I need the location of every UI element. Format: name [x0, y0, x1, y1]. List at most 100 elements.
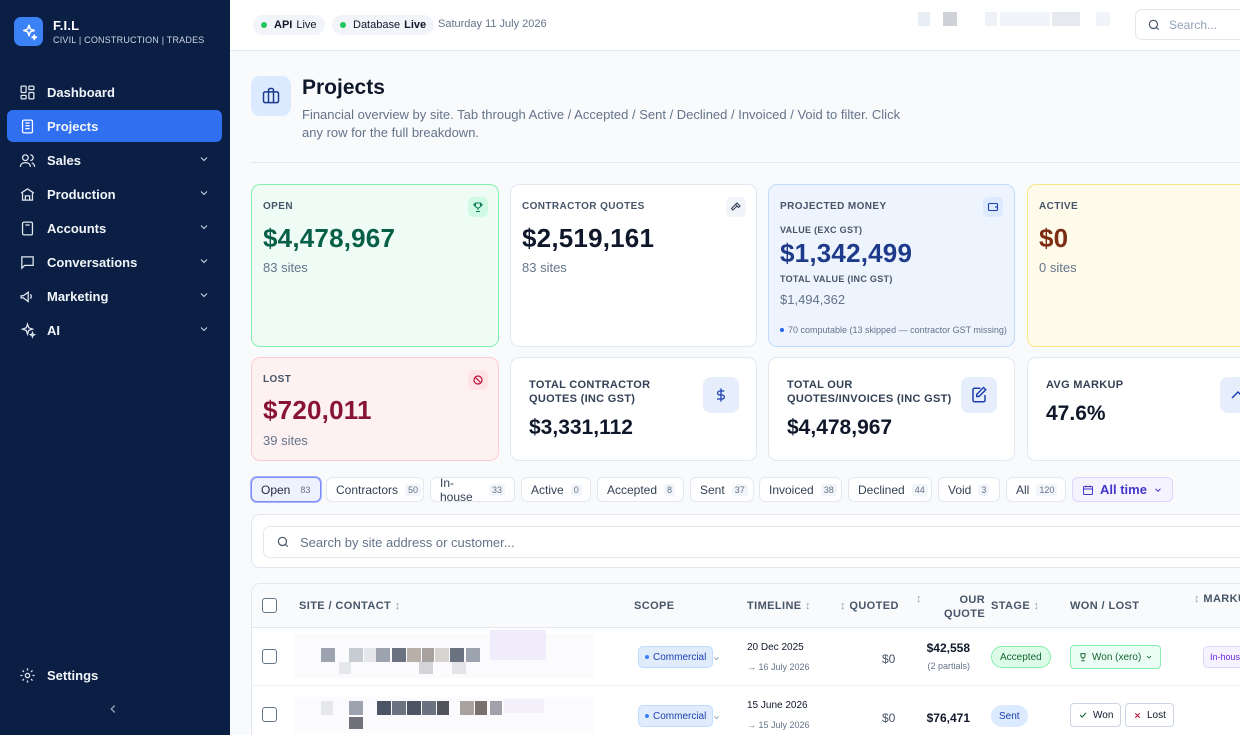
col-site-contact[interactable]: SITE / CONTACT ↕	[299, 600, 401, 612]
quoted-value: $0	[882, 711, 896, 725]
brand[interactable]: F.I.L CIVIL | CONSTRUCTION | TRADES	[14, 17, 205, 46]
projected-value: $1,342,499	[780, 238, 913, 268]
table-row[interactable]: Commercial 20 Dec 2025 → 16 July 2026 $0…	[252, 628, 1240, 686]
col-won-lost[interactable]: WON / LOST	[1070, 600, 1139, 612]
sidebar-item-label: Accounts	[47, 220, 107, 236]
sidebar-item-label: Settings	[47, 667, 99, 683]
sidebar-item-marketing[interactable]: Marketing	[7, 280, 222, 312]
stage-badge[interactable]: Accepted	[991, 646, 1051, 668]
col-timeline[interactable]: TIMELINE ↕	[747, 600, 811, 612]
chevron-down-icon[interactable]	[198, 221, 210, 236]
chevron-down-icon[interactable]	[198, 153, 210, 168]
mark-lost-button[interactable]: Lost	[1125, 703, 1174, 727]
tab-invoiced[interactable]: Invoiced 38	[759, 477, 842, 502]
sidebar-item-sales[interactable]: Sales	[7, 144, 222, 176]
tab-open[interactable]: Open 83	[251, 477, 321, 502]
avg-markup-value: 47.6%	[1046, 402, 1106, 425]
time-filter-dropdown[interactable]: All time	[1072, 477, 1173, 502]
col-scope[interactable]: SCOPE	[634, 600, 675, 612]
markup-badge[interactable]: In-hous	[1203, 646, 1240, 668]
chevron-down-icon[interactable]	[198, 289, 210, 304]
chevron-down-icon[interactable]	[198, 187, 210, 202]
sidebar-item-projects[interactable]: Projects	[7, 110, 222, 142]
col-markup[interactable]: ↕ MARKU	[1194, 593, 1240, 605]
gear-icon	[18, 666, 36, 684]
sidebar-item-dashboard[interactable]: Dashboard	[7, 76, 222, 108]
redacted-content	[1052, 12, 1080, 26]
open-value: $4,478,967	[263, 223, 396, 253]
trend-up-icon	[1220, 377, 1240, 413]
collapse-sidebar-button[interactable]	[106, 702, 120, 721]
col-stage[interactable]: STAGE ↕	[991, 600, 1039, 612]
scope-badge[interactable]: Commercial	[638, 646, 714, 668]
scope-badge[interactable]: Commercial	[638, 705, 714, 727]
total-contractor-quotes-card[interactable]: TOTAL CONTRACTOR QUOTES (INC GST) $3,331…	[510, 357, 757, 461]
sidebar-item-settings[interactable]: Settings	[7, 659, 222, 691]
won-status-dropdown[interactable]: Won (xero)	[1070, 645, 1162, 669]
redacted-content	[918, 12, 930, 26]
status-dot-icon	[261, 22, 267, 28]
chevron-down-icon[interactable]	[712, 709, 721, 727]
sidebar-item-label: Projects	[47, 118, 99, 134]
col-quoted[interactable]: ↕ QUOTED	[840, 600, 899, 612]
sidebar-item-label: Sales	[47, 152, 81, 168]
avg-markup-card[interactable]: AVG MARKUP 47.6%	[1027, 357, 1240, 461]
chevron-down-icon[interactable]	[198, 323, 210, 338]
lost-value: $720,011	[263, 395, 372, 425]
chevron-down-icon[interactable]	[712, 650, 721, 668]
brand-subtitle: CIVIL | CONSTRUCTION | TRADES	[53, 35, 205, 45]
tab-active[interactable]: Active 0	[521, 477, 591, 502]
projects-table: SITE / CONTACT ↕ SCOPE TIMELINE ↕ ↕ QUOT…	[251, 583, 1240, 735]
sparkles-icon	[18, 321, 36, 339]
tab-void[interactable]: Void 3	[938, 477, 1000, 502]
projected-money-card[interactable]: PROJECTED MONEY VALUE (EXC GST) $1,342,4…	[768, 184, 1015, 347]
trophy-icon	[1080, 653, 1086, 662]
chat-icon	[18, 253, 36, 271]
col-our-quote[interactable]: ↕	[916, 593, 922, 605]
global-search-input[interactable]: Search...	[1135, 9, 1240, 40]
our-quote-note: (2 partials)	[927, 661, 970, 671]
projects-icon	[18, 117, 36, 135]
tab-sent[interactable]: Sent 37	[690, 477, 754, 502]
dollar-icon	[703, 377, 739, 413]
contractor-quotes-card[interactable]: CONTRACTOR QUOTES $2,519,161 83 sites	[510, 184, 757, 347]
lost-card[interactable]: LOST $720,011 39 sites	[251, 357, 499, 461]
sidebar-item-conversations[interactable]: Conversations	[7, 246, 222, 278]
tab-contractors[interactable]: Contractors 50	[326, 477, 424, 502]
megaphone-icon	[18, 287, 36, 305]
chevron-down-icon[interactable]	[198, 255, 210, 270]
tab-accepted[interactable]: Accepted 8	[597, 477, 684, 502]
sidebar-item-production[interactable]: Production	[7, 178, 222, 210]
contractor-value: $2,519,161	[522, 223, 655, 253]
tab-declined[interactable]: Declined 44	[848, 477, 932, 502]
sidebar-item-accounts[interactable]: Accounts	[7, 212, 222, 244]
check-icon	[1079, 712, 1087, 718]
sidebar-item-ai[interactable]: AI	[7, 314, 222, 346]
page-description: Financial overview by site. Tab through …	[302, 107, 901, 140]
table-row[interactable]: Commercial 15 June 2026 → 15 July 2026 $…	[252, 687, 1240, 735]
timeline-start: 20 Dec 2025	[747, 642, 804, 653]
row-checkbox[interactable]	[262, 649, 277, 664]
redacted-content	[1096, 12, 1110, 26]
search-icon	[277, 536, 289, 548]
active-card[interactable]: ACTIVE $0 0 sites	[1027, 184, 1240, 347]
row-checkbox[interactable]	[262, 707, 277, 722]
select-all-checkbox[interactable]	[262, 598, 277, 613]
truck-icon	[18, 185, 36, 203]
redacted-site-contact	[294, 697, 594, 733]
open-card[interactable]: OPEN $4,478,967 83 sites	[251, 184, 499, 347]
timeline-end: → 15 July 2026	[747, 720, 810, 730]
status-dot-icon	[340, 22, 346, 28]
col-our-quote-label: OUR QUOTE	[944, 594, 986, 620]
site-search-input[interactable]: Search by site address or customer...	[263, 526, 1240, 558]
tab-in-house[interactable]: In-house 33	[430, 476, 515, 504]
bullet-icon	[780, 328, 784, 332]
sidebar-item-label: Dashboard	[47, 84, 115, 100]
mark-won-button[interactable]: Won	[1070, 703, 1122, 727]
stage-badge[interactable]: Sent	[991, 705, 1028, 727]
calculator-icon	[18, 219, 36, 237]
projected-total: $1,494,362	[780, 292, 846, 307]
open-sites: 83 sites	[263, 260, 308, 275]
total-our-quotes-card[interactable]: TOTAL OUR QUOTES/INVOICES (INC GST) $4,4…	[768, 357, 1015, 461]
tab-all[interactable]: All 120	[1006, 477, 1066, 502]
